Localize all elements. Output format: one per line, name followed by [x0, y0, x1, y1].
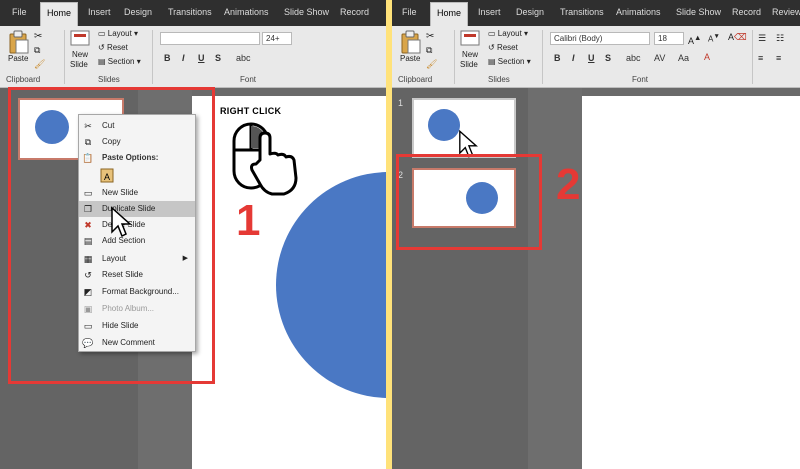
shadow-icon[interactable]: S — [215, 53, 221, 63]
new-slide-label-2[interactable]: Slide — [460, 60, 478, 69]
clear-formatting-icon[interactable]: A⌫ — [728, 32, 747, 43]
tab-home[interactable]: Home — [40, 2, 79, 26]
align-left-icon[interactable]: ≡ — [758, 53, 763, 63]
slide-number: 1 — [398, 98, 404, 108]
tab-record[interactable]: Record — [732, 7, 761, 17]
new-slide-icon[interactable] — [70, 30, 90, 48]
change-case-icon[interactable]: Aa — [678, 53, 689, 63]
thumbnail-circle-shape — [428, 109, 460, 141]
group-label-clipboard: Clipboard — [398, 75, 433, 84]
cut-small-icon[interactable]: ✂ — [34, 31, 42, 42]
bold-icon[interactable]: B — [554, 53, 561, 63]
font-size-input[interactable]: 24+ — [262, 32, 292, 45]
layout-button[interactable]: ▭ Layout ▾ — [488, 29, 528, 38]
reset-label: Reset — [496, 43, 518, 52]
slide-circle-shape[interactable] — [276, 172, 386, 398]
tab-review[interactable]: Review — [772, 7, 800, 17]
step-number-1: 1 — [236, 196, 261, 245]
italic-icon[interactable]: I — [182, 53, 185, 63]
underline-icon[interactable]: U — [198, 53, 205, 63]
bold-icon[interactable]: B — [164, 53, 171, 63]
tab-slide-show[interactable]: Slide Show — [676, 7, 721, 17]
ribbon-home: Paste ✂ ⧉ 🖌 Clipboard New Slide ▭ Layout… — [392, 26, 800, 88]
decrease-font-size-icon[interactable]: A▼ — [708, 33, 720, 44]
slide-canvas[interactable] — [582, 96, 800, 469]
highlight-box-duplicated-slide — [396, 154, 542, 250]
ribbon-separator — [752, 30, 753, 84]
group-label-font: Font — [240, 75, 257, 84]
highlight-box-context-menu — [8, 87, 215, 384]
left-powerpoint-window: File Home Insert Design Transitions Anim… — [0, 0, 386, 469]
group-label-clipboard: Clipboard — [6, 75, 41, 84]
layout-button[interactable]: ▭ Layout ▾ — [98, 29, 138, 38]
mouse-right-click-icon — [232, 122, 298, 196]
bullets-icon[interactable]: ☰ — [758, 33, 766, 44]
ribbon-separator — [542, 30, 543, 84]
step-number-2: 2 — [556, 160, 581, 209]
tab-slide-show[interactable]: Slide Show — [284, 7, 329, 17]
editor-gutter — [528, 88, 582, 469]
layout-label: Layout — [497, 29, 522, 38]
paste-icon[interactable] — [8, 30, 30, 54]
increase-font-size-icon[interactable]: A▲ — [688, 33, 701, 46]
shadow-icon[interactable]: S — [605, 53, 611, 63]
copy-small-icon[interactable]: ⧉ — [426, 45, 432, 56]
ribbon-home: Paste ✂ ⧉ 🖌 Clipboard New Slide ▭ Layout… — [0, 26, 386, 88]
tab-file[interactable]: File — [12, 7, 27, 17]
cut-small-icon[interactable]: ✂ — [426, 31, 434, 42]
strikethrough-icon[interactable]: abc — [236, 53, 251, 63]
tab-transitions[interactable]: Transitions — [560, 7, 604, 17]
tab-design[interactable]: Design — [516, 7, 544, 17]
tab-file[interactable]: File — [402, 7, 417, 17]
group-label-font: Font — [632, 75, 649, 84]
tab-design[interactable]: Design — [124, 7, 152, 17]
paste-label[interactable]: Paste — [8, 54, 28, 63]
numbering-icon[interactable]: ☷ — [776, 33, 784, 44]
reset-button[interactable]: ↺ Reset — [98, 43, 128, 52]
paste-icon[interactable] — [400, 30, 422, 54]
tab-animations[interactable]: Animations — [224, 7, 269, 17]
ribbon-tab-bar: File Home Insert Design Transitions Anim… — [392, 0, 800, 26]
section-button[interactable]: ▤ Section ▾ — [488, 57, 531, 66]
font-name-input[interactable]: Calibri (Body) — [550, 32, 650, 45]
ribbon-separator — [64, 30, 65, 84]
instruction-right-click: RIGHT CLICK — [220, 106, 282, 116]
format-painter-icon[interactable]: 🖌 — [34, 59, 45, 70]
section-label: Section — [497, 57, 525, 66]
right-powerpoint-window: File Home Insert Design Transitions Anim… — [392, 0, 800, 469]
ribbon-separator — [454, 30, 455, 84]
group-label-slides: Slides — [98, 75, 120, 84]
new-slide-icon[interactable] — [460, 30, 480, 48]
layout-label: Layout — [107, 29, 132, 38]
reset-label: Reset — [106, 43, 128, 52]
reset-button[interactable]: ↺ Reset — [488, 43, 518, 52]
strikethrough-icon[interactable]: abc — [626, 53, 641, 63]
format-painter-icon[interactable]: 🖌 — [426, 59, 437, 70]
italic-icon[interactable]: I — [572, 53, 575, 63]
section-label: Section — [107, 57, 135, 66]
group-label-slides: Slides — [488, 75, 510, 84]
tab-insert[interactable]: Insert — [88, 7, 111, 17]
tab-animations[interactable]: Animations — [616, 7, 661, 17]
ribbon-separator — [152, 30, 153, 84]
font-size-input[interactable]: 18 — [654, 32, 684, 45]
align-center-icon[interactable]: ≡ — [776, 53, 781, 63]
paste-label[interactable]: Paste — [400, 54, 420, 63]
underline-icon[interactable]: U — [588, 53, 595, 63]
ribbon-tab-bar: File Home Insert Design Transitions Anim… — [0, 0, 386, 26]
copy-small-icon[interactable]: ⧉ — [34, 45, 40, 56]
font-color-icon[interactable]: A — [704, 52, 710, 62]
tab-insert[interactable]: Insert — [478, 7, 501, 17]
tab-home[interactable]: Home — [430, 2, 469, 26]
font-name-input[interactable] — [160, 32, 260, 45]
section-button[interactable]: ▤ Section ▾ — [98, 57, 141, 66]
tab-transitions[interactable]: Transitions — [168, 7, 212, 17]
tab-record[interactable]: Record — [340, 7, 369, 17]
new-slide-label-2[interactable]: Slide — [70, 60, 88, 69]
new-slide-label-1[interactable]: New — [462, 50, 478, 59]
character-spacing-icon[interactable]: AV — [654, 53, 665, 63]
new-slide-label-1[interactable]: New — [72, 50, 88, 59]
